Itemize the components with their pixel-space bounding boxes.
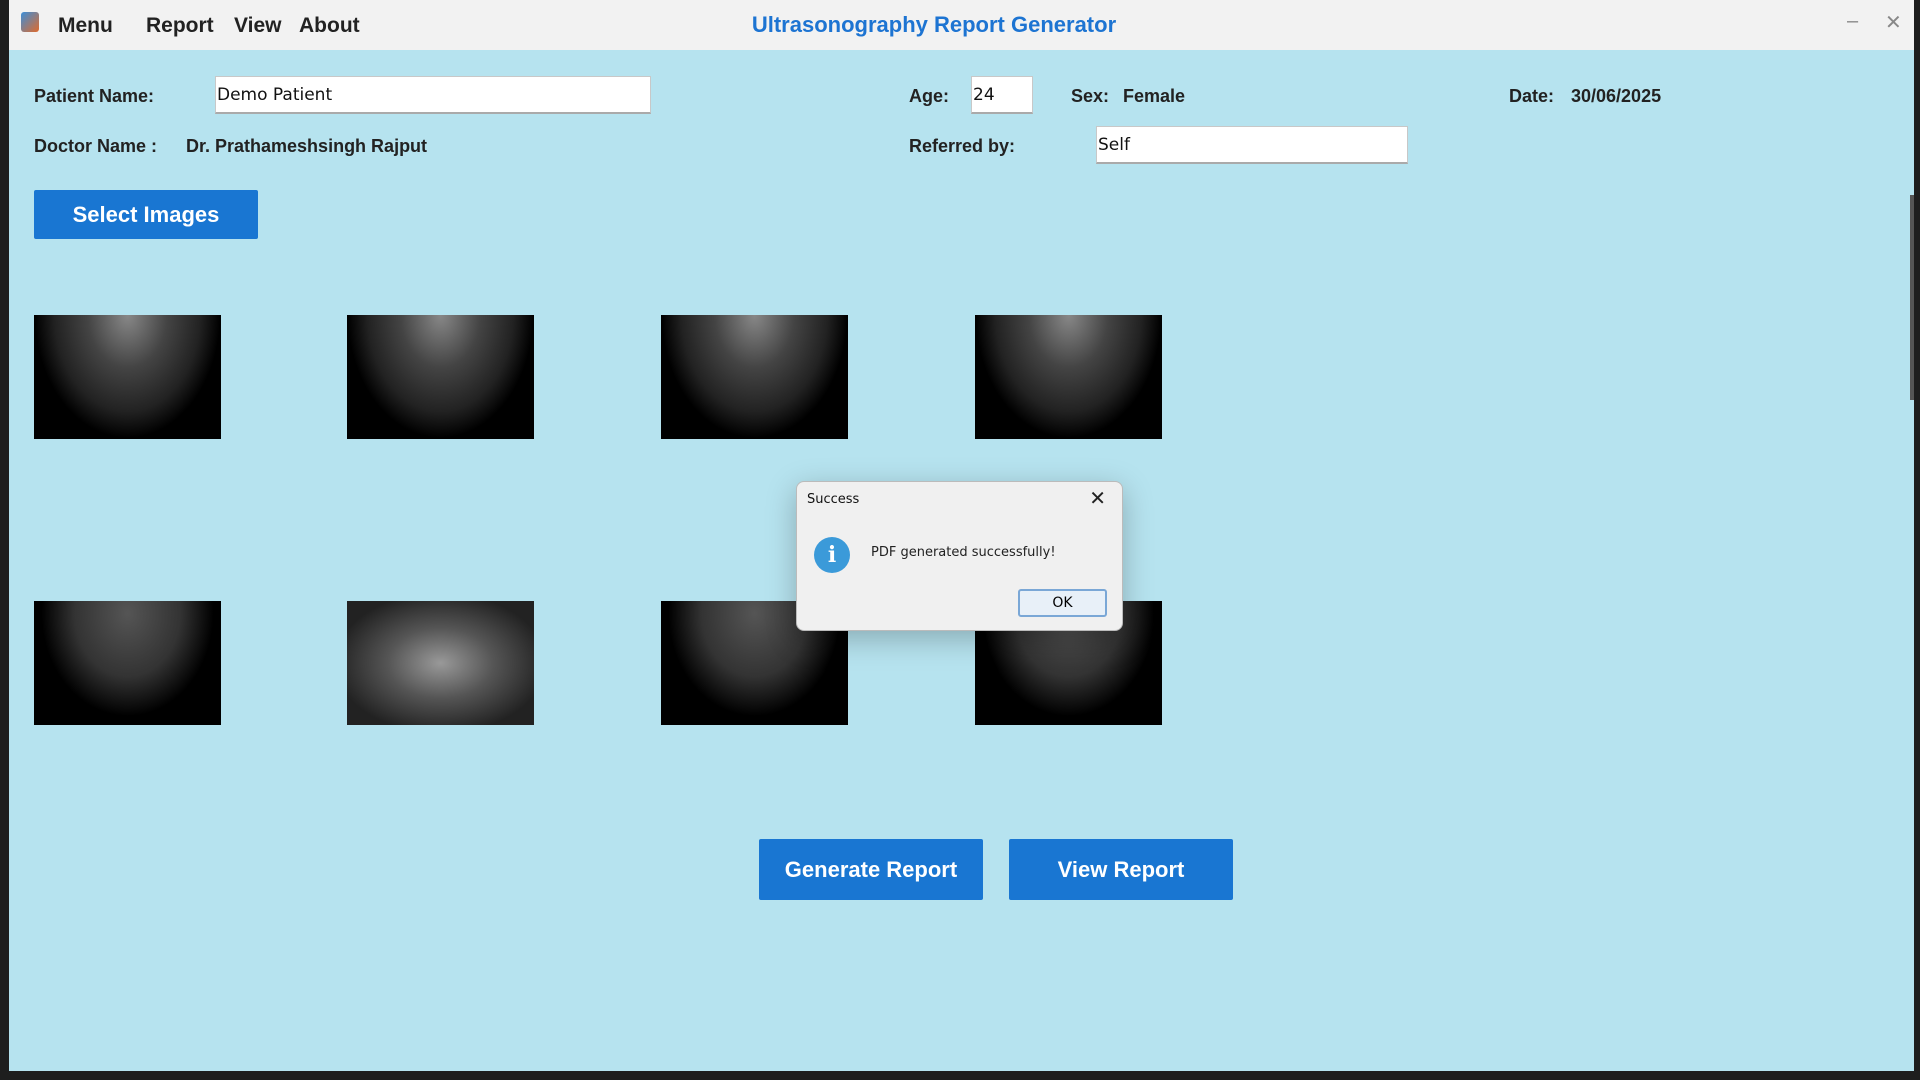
ultrasound-thumbnail[interactable] <box>34 315 221 439</box>
patient-name-input[interactable] <box>215 76 651 114</box>
generate-report-button[interactable]: Generate Report <box>759 839 983 900</box>
sex-label: Sex: <box>1071 86 1110 106</box>
success-dialog: Success ✕ i PDF generated successfully! … <box>796 481 1123 631</box>
sex-value: Female <box>1123 86 1186 106</box>
ok-button[interactable]: OK <box>1018 589 1107 617</box>
date-value: 30/06/2025 <box>1571 86 1662 106</box>
age-input[interactable] <box>971 76 1033 114</box>
ultrasound-thumbnail[interactable] <box>347 315 534 439</box>
dialog-title: Success <box>807 492 860 507</box>
minimize-button[interactable]: – <box>1847 10 1858 33</box>
info-icon: i <box>814 537 850 573</box>
window-title: Ultrasonography Report Generator <box>751 12 1117 37</box>
ultrasound-thumbnail[interactable] <box>661 315 848 439</box>
dialog-message: PDF generated successfully! <box>871 545 1056 560</box>
ultrasound-thumbnail[interactable] <box>34 601 221 725</box>
close-window-button[interactable]: ✕ <box>1885 10 1902 35</box>
view-report-button[interactable]: View Report <box>1009 839 1233 900</box>
date-label: Date: <box>1509 86 1555 106</box>
title-bar: Menu Report View About Ultrasonography R… <box>9 0 1914 50</box>
age-label: Age: <box>909 86 949 106</box>
referred-input[interactable] <box>1096 126 1408 164</box>
patient-name-label: Patient Name: <box>34 86 155 106</box>
doctor-label: Doctor Name : <box>34 136 158 156</box>
ultrasound-thumbnail[interactable] <box>975 315 1162 439</box>
referred-label: Referred by: <box>909 136 1016 156</box>
ultrasound-thumbnail[interactable] <box>347 601 534 725</box>
doctor-value: Dr. Prathameshsingh Rajput <box>186 136 428 156</box>
dialog-close-icon[interactable]: ✕ <box>1089 486 1106 510</box>
scrollbar[interactable] <box>1910 195 1914 400</box>
select-images-button[interactable]: Select Images <box>34 190 258 239</box>
